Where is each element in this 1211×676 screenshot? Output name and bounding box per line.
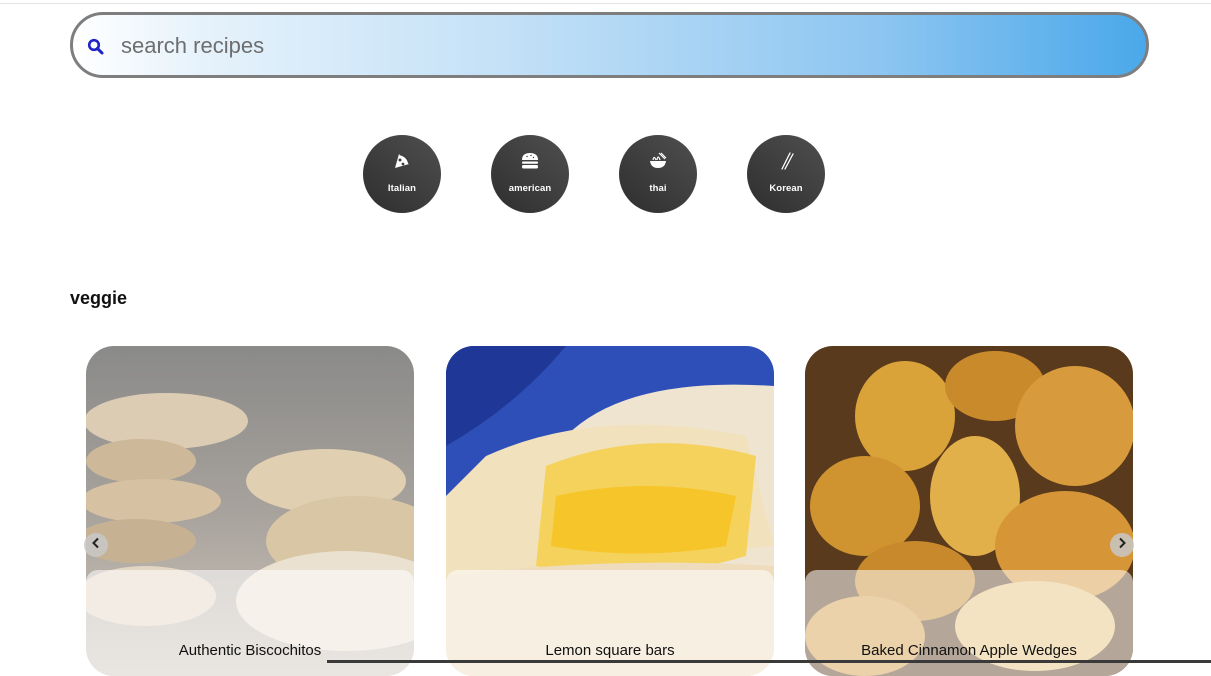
cuisine-label: Korean <box>769 182 803 194</box>
search-input[interactable] <box>121 29 1101 63</box>
recipe-card[interactable]: Authentic Biscochitos <box>86 346 414 676</box>
noodle-bowl-icon <box>648 152 668 176</box>
burger-icon <box>520 152 540 176</box>
search-bar[interactable] <box>70 12 1149 78</box>
recipe-title: Lemon square bars <box>545 642 675 659</box>
carousel-next-button[interactable] <box>1110 533 1134 557</box>
carousel-prev-button[interactable] <box>84 533 108 557</box>
cuisine-label: american <box>508 182 552 194</box>
recipe-title: Authentic Biscochitos <box>178 642 322 659</box>
cuisine-list: Italian american thai Korean <box>363 135 825 213</box>
recipe-title: Baked Cinnamon Apple Wedges <box>861 642 1077 659</box>
cuisine-button-italian[interactable]: Italian <box>363 135 441 213</box>
cuisine-label: thai <box>649 182 667 194</box>
chevron-left-icon <box>90 536 102 554</box>
cuisine-button-thai[interactable]: thai <box>619 135 697 213</box>
chevron-right-icon <box>1116 536 1128 554</box>
top-divider <box>0 3 1211 4</box>
recipe-card[interactable]: Baked Cinnamon Apple Wedges <box>805 346 1133 676</box>
recipe-card[interactable]: Lemon square bars <box>446 346 774 676</box>
section-title: veggie <box>70 288 128 308</box>
search-icon <box>87 38 105 56</box>
cuisine-button-american[interactable]: american <box>491 135 569 213</box>
cuisine-label: Italian <box>387 182 417 194</box>
cuisine-button-korean[interactable]: Korean <box>747 135 825 213</box>
pizza-icon <box>392 153 412 176</box>
chopsticks-icon <box>776 151 796 176</box>
